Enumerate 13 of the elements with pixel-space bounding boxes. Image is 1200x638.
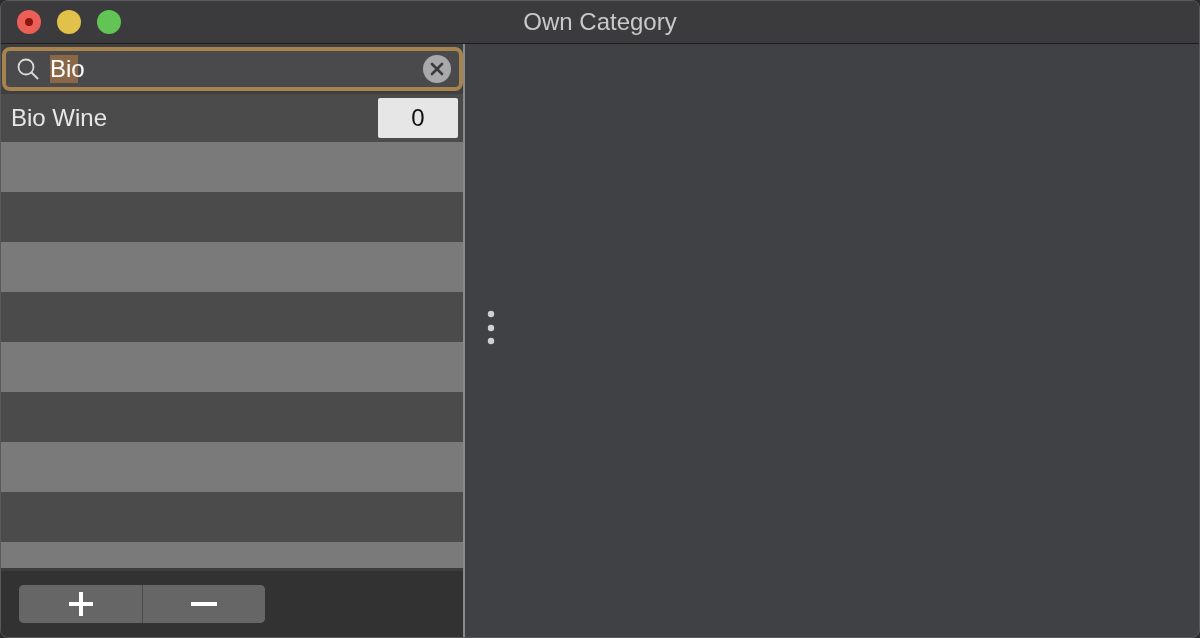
window-title: Own Category [523, 8, 677, 36]
category-name: Bio Wine [11, 104, 108, 132]
clear-icon[interactable] [423, 55, 451, 83]
count-field[interactable]: 0 [378, 98, 458, 138]
search-icon [16, 57, 40, 81]
remove-button[interactable] [142, 585, 265, 623]
minimize-button[interactable] [57, 10, 81, 34]
search-field[interactable]: Bio [2, 47, 463, 91]
zoom-button[interactable] [97, 10, 121, 34]
close-button[interactable] [17, 10, 41, 34]
split-handle-icon[interactable] [487, 309, 495, 346]
plus-icon [67, 591, 94, 617]
minus-icon [191, 601, 217, 607]
